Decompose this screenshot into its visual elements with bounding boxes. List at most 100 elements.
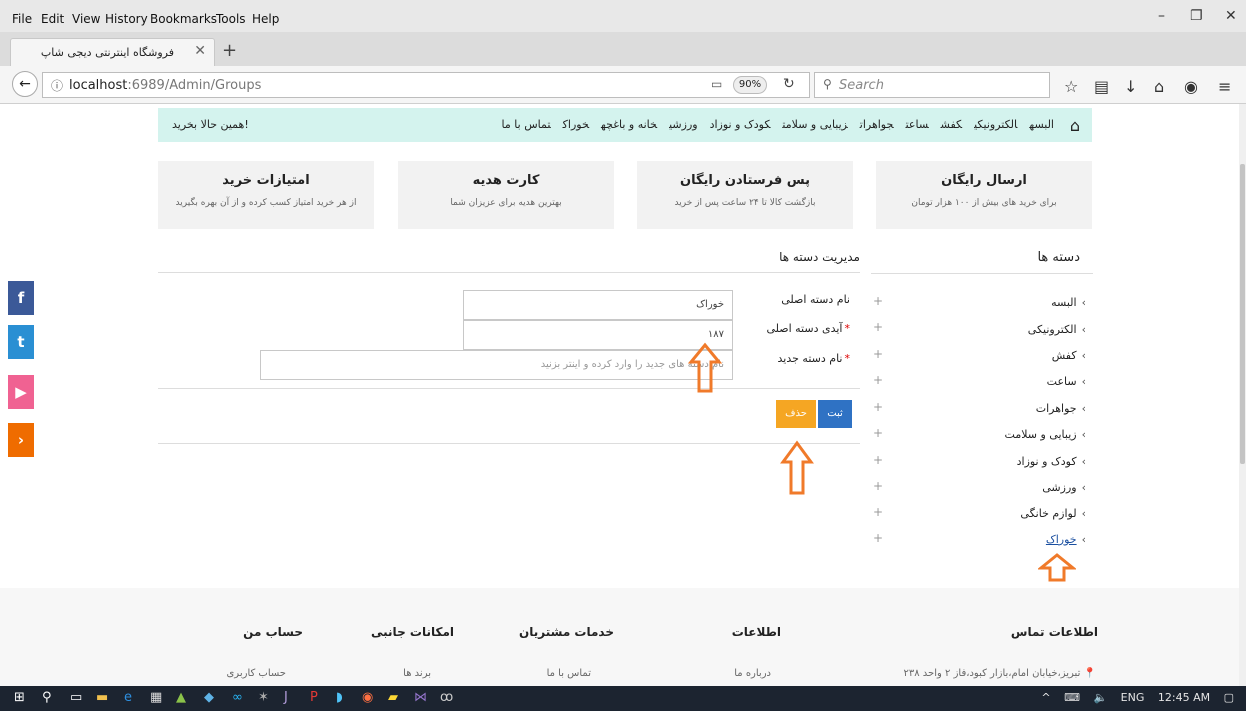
clock[interactable]: 12:45 AM	[1158, 691, 1210, 704]
menu-edit[interactable]: Edit	[41, 12, 64, 26]
arduino-icon[interactable]: ∞	[232, 690, 243, 705]
app-icon[interactable]: ▰	[388, 690, 398, 705]
nav-link[interactable]: الکترونیکی	[974, 118, 1017, 131]
nav-link[interactable]: تماس با ما	[502, 118, 551, 131]
menu-bookmarks[interactable]: Bookmarks	[150, 12, 217, 26]
app-icon[interactable]: ◗	[336, 690, 343, 705]
nav-link[interactable]: ساعت	[906, 118, 929, 131]
page-scrollbar[interactable]	[1239, 104, 1246, 686]
annotation-arrow-up	[780, 440, 814, 495]
facebook-icon[interactable]: f	[8, 281, 34, 315]
new-tab-button[interactable]: +	[222, 40, 237, 61]
keyboard-icon[interactable]: ⌨	[1064, 691, 1080, 704]
expand-plus-icon[interactable]: +	[873, 453, 883, 467]
scroll-thumb[interactable]	[1240, 164, 1245, 464]
category-item-active[interactable]: ›خوراک	[1046, 533, 1086, 546]
expand-plus-icon[interactable]: +	[873, 347, 883, 361]
category-item[interactable]: ›جواهرات	[1036, 402, 1086, 415]
footer-link[interactable]: درباره ما	[734, 668, 771, 679]
pocket-icon[interactable]: ◉	[1184, 77, 1198, 96]
browser-tab[interactable]: فروشگاه اینترنتی دیجی شاپ ✕	[10, 38, 215, 66]
expand-plus-icon[interactable]: +	[873, 400, 883, 414]
buy-now-link[interactable]: همین حالا بخرید!	[172, 118, 249, 131]
footer-title: حساب من	[243, 625, 303, 639]
back-button[interactable]: ←	[12, 71, 38, 97]
reload-icon[interactable]: ↻	[783, 76, 795, 92]
nav-link[interactable]: جواهرات	[860, 118, 894, 131]
nav-link[interactable]: ورزشی	[669, 118, 697, 131]
download-icon[interactable]: ↓	[1124, 77, 1137, 96]
footer-link[interactable]: برند ها	[403, 668, 431, 679]
category-item[interactable]: ›البسه	[1051, 296, 1086, 309]
close-window-button[interactable]: ✕	[1225, 8, 1237, 24]
expand-plus-icon[interactable]: +	[873, 426, 883, 440]
menu-file[interactable]: File	[12, 12, 32, 26]
submit-button[interactable]: ثبت	[818, 400, 852, 428]
divider	[158, 388, 860, 389]
twitter-icon[interactable]: t	[8, 325, 34, 359]
home-icon[interactable]: ⌂	[1154, 77, 1164, 96]
category-item[interactable]: ›زیبایی و سلامت	[1005, 428, 1086, 441]
app-icon[interactable]: ✶	[258, 690, 269, 705]
nav-link[interactable]: کودک و نوزاد	[710, 118, 771, 131]
menu-help[interactable]: Help	[252, 12, 279, 26]
expand-plus-icon[interactable]: +	[873, 320, 883, 334]
category-item[interactable]: ›لوازم خانگی	[1020, 507, 1086, 520]
category-item[interactable]: ›ساعت	[1047, 375, 1086, 388]
delete-button[interactable]: حذف	[776, 400, 816, 428]
nav-link[interactable]: خوراک	[563, 118, 589, 131]
category-item[interactable]: ›کفش	[1052, 349, 1086, 362]
nav-link[interactable]: البسه	[1029, 118, 1054, 131]
visual-studio-icon[interactable]: ⋈	[414, 690, 427, 705]
expand-plus-icon[interactable]: +	[873, 479, 883, 493]
category-item[interactable]: ›الکترونیکی	[1028, 323, 1086, 336]
app-icon[interactable]: ◆	[204, 690, 214, 705]
android-icon[interactable]: ▲	[176, 690, 186, 705]
category-item[interactable]: ›کودک و نوزاد	[1017, 455, 1086, 468]
expand-plus-icon[interactable]: +	[873, 505, 883, 519]
nav-link[interactable]: زیبایی و سلامت	[782, 118, 847, 131]
expand-plus-icon[interactable]: +	[873, 531, 883, 545]
app-icon[interactable]: ꝏ	[440, 690, 453, 705]
app-icon[interactable]: J	[284, 690, 288, 705]
new-name-input[interactable]: نام دسته های جدید را وارد کرده و اینتر ب…	[260, 350, 733, 380]
zoom-level[interactable]: 90%	[733, 76, 767, 94]
task-view-icon[interactable]: ▭	[70, 690, 82, 705]
search-bar[interactable]: ⚲ Search	[814, 72, 1050, 98]
language-indicator[interactable]: ENG	[1121, 691, 1145, 704]
menu-view[interactable]: View	[72, 12, 100, 26]
tab-close-icon[interactable]: ✕	[194, 43, 206, 59]
tray-chevron-icon[interactable]: ^	[1041, 691, 1050, 704]
calculator-icon[interactable]: ▦	[150, 690, 162, 705]
menu-icon[interactable]: ≡	[1218, 77, 1231, 96]
url-bar[interactable]: ⓘ localhost:6989/Admin/Groups ▭ 90% ↻	[42, 72, 810, 98]
footer-link[interactable]: تماس با ما	[547, 668, 591, 679]
menu-history[interactable]: History	[105, 12, 148, 26]
edge-icon[interactable]: e	[124, 690, 132, 705]
bookmark-star-icon[interactable]: ☆	[1064, 77, 1078, 96]
category-item[interactable]: ›ورزشی	[1042, 481, 1086, 494]
app-icon[interactable]: P	[310, 690, 318, 705]
nav-link[interactable]: خانه و باغچه	[601, 118, 657, 131]
parent-name-input[interactable]: خوراک	[463, 290, 733, 320]
file-explorer-icon[interactable]: ▬	[96, 690, 108, 705]
menu-tools[interactable]: Tools	[216, 12, 246, 26]
youtube-icon[interactable]: ▶	[8, 375, 34, 409]
site-home-icon[interactable]: ⌂	[1070, 116, 1080, 135]
search-icon[interactable]: ⚲	[42, 690, 52, 705]
expand-plus-icon[interactable]: +	[873, 294, 883, 308]
footer-link[interactable]: حساب کاربری	[226, 668, 286, 679]
expand-plus-icon[interactable]: +	[873, 373, 883, 387]
firefox-icon[interactable]: ◉	[362, 690, 373, 705]
search-placeholder: Search	[839, 78, 884, 93]
maximize-button[interactable]: ❐	[1190, 8, 1203, 24]
share-icon[interactable]: ›	[8, 423, 34, 457]
minimize-button[interactable]: –	[1158, 8, 1165, 24]
nav-link[interactable]: کفش	[941, 118, 962, 131]
reader-view-icon[interactable]: ▭	[711, 77, 722, 91]
info-icon[interactable]: ⓘ	[51, 77, 63, 94]
volume-icon[interactable]: 🔈	[1093, 691, 1107, 704]
library-icon[interactable]: ▤	[1094, 77, 1109, 96]
windows-start-icon[interactable]: ⊞	[14, 690, 25, 705]
notification-icon[interactable]: ▢	[1224, 691, 1234, 704]
